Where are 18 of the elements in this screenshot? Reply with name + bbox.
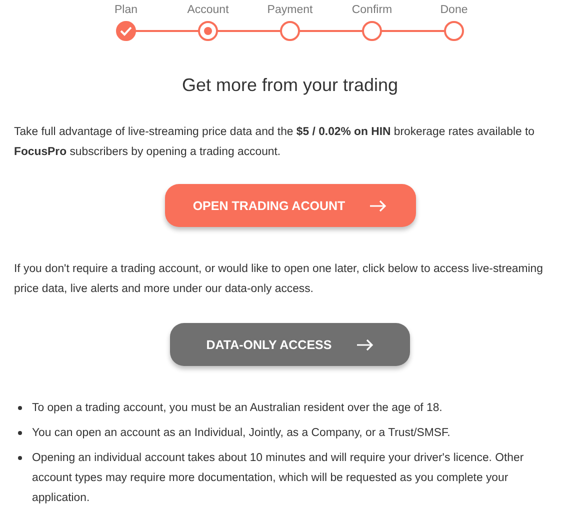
bullet-icon xyxy=(18,431,22,435)
step-label: Done xyxy=(440,4,468,18)
note-text: Opening an individual account takes about 10 minutes and will require your driver's licence. Other account types may require more documentation, which will be requested as you complete your application. xyxy=(32,451,525,506)
bullet-icon xyxy=(18,406,22,410)
arrow-right-icon xyxy=(369,200,388,212)
step-label: Payment xyxy=(267,4,313,18)
bullet-icon xyxy=(18,456,22,460)
action-button[interactable]: OPEN TRADING ACOUNT xyxy=(164,184,416,227)
arrow-right-icon xyxy=(356,338,374,350)
note-text: To open a trading account, you must be an Australian resident over the age of 18. xyxy=(32,401,442,416)
step-label: Confirm xyxy=(352,4,392,18)
page-title: Get more from your trading xyxy=(180,75,400,96)
note-text: You can open an account as an Individual, Jointly, as a Company, or a Trust/SMSF. xyxy=(32,426,450,441)
step-label: Plan xyxy=(114,4,138,18)
intro-text: Take full advantage of live-streaming price data and the $5 / 0.02% on HIN brokerage rates available to FocusPro subscribers by opening a trading account. xyxy=(14,125,536,160)
step-label: Account xyxy=(187,4,229,18)
data-only-text: If you don't require a trading account, or would like to open one later, click below to access live-streaming price data, live alerts and more under our data-only access. xyxy=(14,262,544,297)
action-button[interactable]: DATA-ONLY ACCESS xyxy=(170,323,410,366)
